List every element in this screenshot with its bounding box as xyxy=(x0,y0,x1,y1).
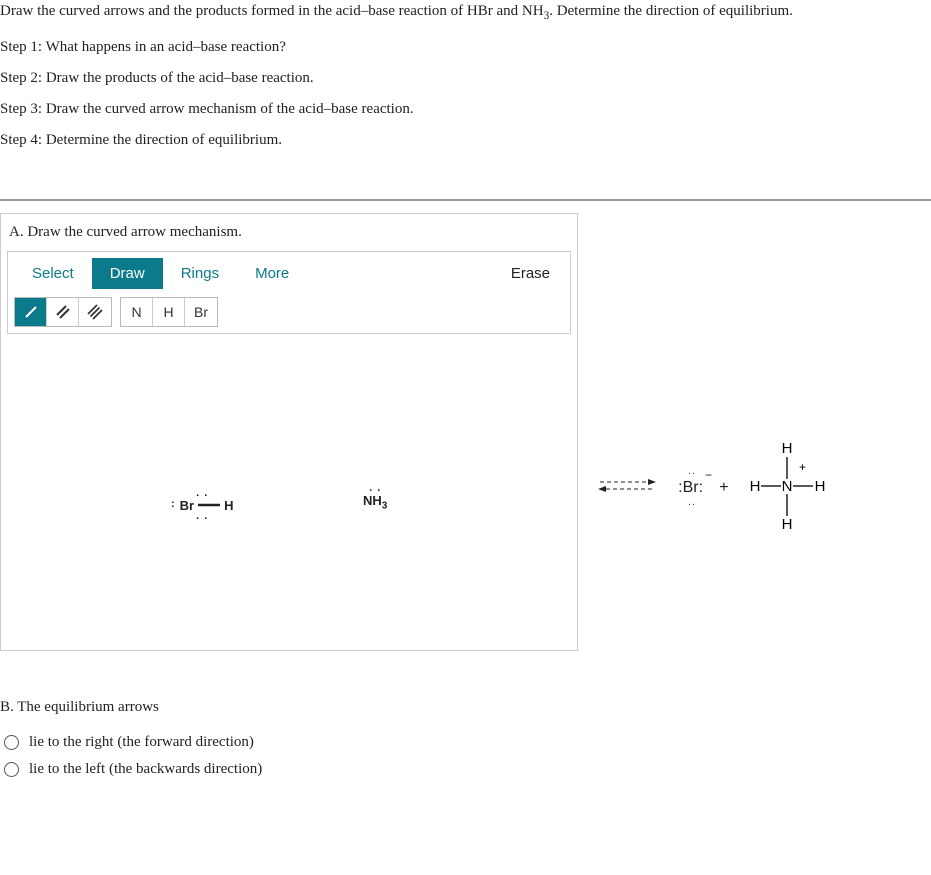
bond-tool-group xyxy=(14,297,112,327)
bromide-ion: .. − :Br: .. xyxy=(678,479,703,497)
part-b: B. The equilibrium arrows lie to the rig… xyxy=(0,699,931,778)
single-bond-tool[interactable] xyxy=(15,298,47,326)
atom-h-tool[interactable]: H xyxy=(153,298,185,326)
step-2: Step 2: Draw the products of the acid–ba… xyxy=(0,70,931,87)
molecule-hbr: . . : Br H . . xyxy=(171,490,234,520)
editor-toolbar: Select Draw Rings More Erase xyxy=(7,251,571,334)
editor-panel: A. Draw the curved arrow mechanism. Sele… xyxy=(0,213,578,651)
nh3-lone-pair: . . xyxy=(363,485,387,493)
prompt-suffix: . Determine the direction of equilibrium… xyxy=(549,3,793,19)
double-bond-tool[interactable] xyxy=(47,298,79,326)
mode-tabs: Select Draw Rings More xyxy=(14,258,307,289)
lone-pair-bottom: . . xyxy=(171,513,234,521)
nh4-h-bottom: H xyxy=(781,516,792,531)
lone-pair-left: : xyxy=(171,501,176,509)
nh4-h-left: H xyxy=(749,478,760,495)
nh4-charge: + xyxy=(799,460,806,474)
nh4-n-center: N xyxy=(781,478,792,495)
nh4-h-top: H xyxy=(781,441,792,457)
step-1: Step 1: What happens in an acid–base rea… xyxy=(0,39,931,56)
radio-icon xyxy=(4,735,19,750)
radio-label-right: lie to the right (the forward direction) xyxy=(29,734,254,751)
tab-more[interactable]: More xyxy=(237,258,307,289)
step-4: Step 4: Determine the direction of equil… xyxy=(0,132,931,149)
drawing-canvas[interactable]: . . : Br H . . . . NH3 xyxy=(1,340,577,650)
molecule-nh3: . . NH3 xyxy=(363,485,387,511)
nh4-h-right: H xyxy=(814,478,825,495)
hbr-h-label: H xyxy=(224,498,233,513)
lone-pair-top: . . xyxy=(171,490,234,498)
products-area: .. − :Br: .. + H + H N H H xyxy=(598,441,898,535)
radio-option-left[interactable]: lie to the left (the backwards direction… xyxy=(4,761,931,778)
question-area: Draw the curved arrows and the products … xyxy=(0,0,931,181)
plus-sign: + xyxy=(719,479,728,497)
part-b-title: B. The equilibrium arrows xyxy=(0,699,931,716)
erase-button[interactable]: Erase xyxy=(497,258,564,289)
atom-tool-group: N H Br xyxy=(120,297,218,327)
prompt-prefix: Draw the curved arrows and the products … xyxy=(0,3,544,19)
section-divider xyxy=(0,199,931,201)
triple-bond-icon xyxy=(87,304,103,320)
tab-rings[interactable]: Rings xyxy=(163,258,237,289)
br-label: :Br: xyxy=(678,479,703,496)
nh3-label: NH xyxy=(363,493,382,508)
part-a-title: A. Draw the curved arrow mechanism. xyxy=(1,214,577,251)
atom-br-tool[interactable]: Br xyxy=(185,298,217,326)
tab-draw[interactable]: Draw xyxy=(92,258,163,289)
br-charge: − xyxy=(705,468,712,482)
double-bond-icon xyxy=(55,304,71,320)
step-3: Step 3: Draw the curved arrow mechanism … xyxy=(0,101,931,118)
equilibrium-arrow-icon xyxy=(598,477,656,499)
radio-icon xyxy=(4,762,19,777)
single-bond-icon xyxy=(23,304,39,320)
radio-option-right[interactable]: lie to the right (the forward direction) xyxy=(4,734,931,751)
br-lone-top: .. xyxy=(688,468,696,475)
tab-select[interactable]: Select xyxy=(14,258,92,289)
ammonium-ion: H + H N H H xyxy=(747,441,827,535)
hbr-br-label: Br xyxy=(180,498,194,513)
triple-bond-tool[interactable] xyxy=(79,298,111,326)
bond-line-icon xyxy=(198,503,220,507)
atom-n-tool[interactable]: N xyxy=(121,298,153,326)
question-prompt: Draw the curved arrows and the products … xyxy=(0,0,931,25)
nh3-sub: 3 xyxy=(382,500,388,511)
radio-label-left: lie to the left (the backwards direction… xyxy=(29,761,262,778)
br-lone-bottom: .. xyxy=(688,499,696,506)
